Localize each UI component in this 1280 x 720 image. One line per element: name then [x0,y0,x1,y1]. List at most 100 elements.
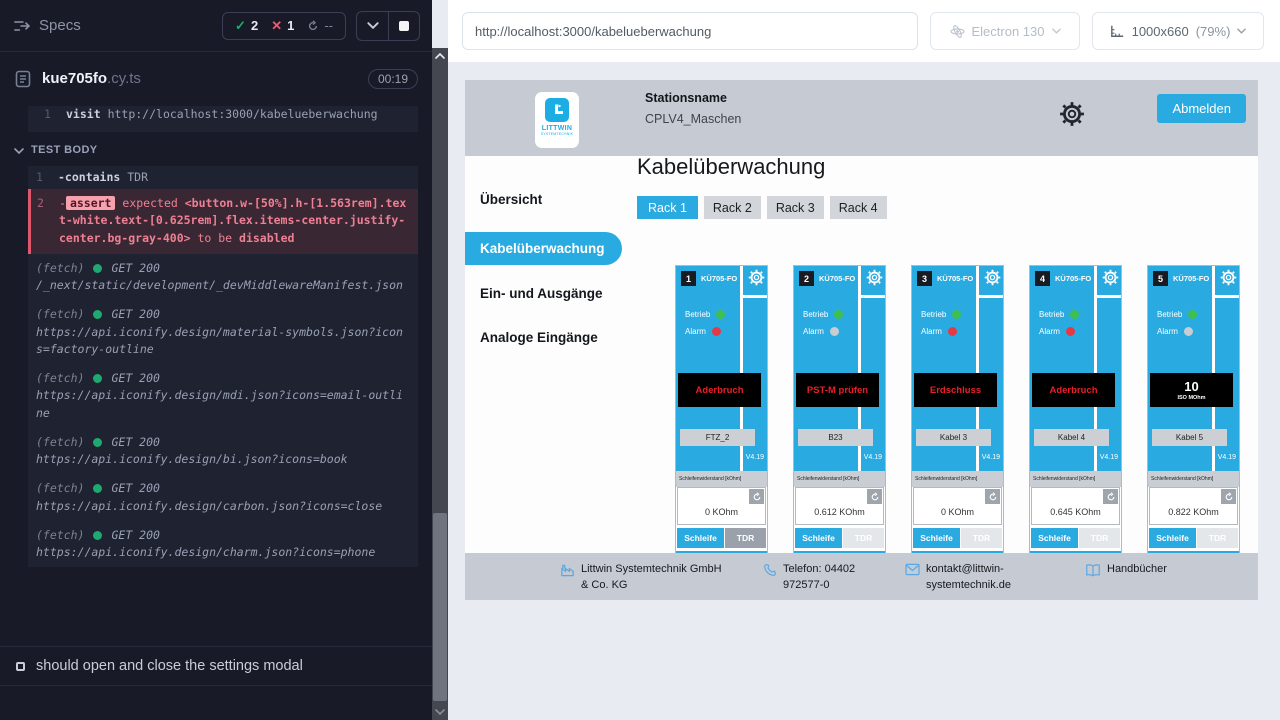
footer-manuals[interactable]: Handbücher [1085,562,1167,578]
fetch-row[interactable]: (fetch) GET 200 https://api.iconify.desi… [28,428,418,475]
tab-rack-3[interactable]: Rack 3 [767,196,824,219]
resistance-label: Schleifenwiderstand [kOhm] [912,471,1003,487]
command-arg: TDR [127,170,148,184]
ruler-icon [1110,24,1125,38]
card-settings-icon[interactable] [1102,269,1119,286]
fetch-row[interactable]: (fetch) GET 200 https://api.iconify.desi… [28,474,418,521]
collapse-button[interactable] [357,12,388,40]
logout-button[interactable]: Abmelden [1157,94,1246,123]
reporter-controls [356,11,420,41]
status-text: 10 [1184,379,1198,394]
spec-file-icon [14,70,32,88]
spec-file-row[interactable]: kue705fo.cy.ts 00:19 [0,52,432,106]
card-settings-icon[interactable] [1220,269,1237,286]
tdr-button-disabled[interactable]: TDR [961,528,1002,548]
status-display: Aderbruch [678,373,761,407]
card-settings-icon[interactable] [984,269,1001,286]
tab-rack-4[interactable]: Rack 4 [830,196,887,219]
chevron-down-icon [14,148,24,154]
manuals-label: Handbücher [1107,562,1167,578]
refresh-button[interactable] [867,489,882,504]
status-display: PST-M prüfen [796,373,879,407]
sidebar-item-ein-und-ausgaenge[interactable]: Ein- und Ausgänge [480,286,603,301]
resistance-value: 0 KOhm [678,507,765,517]
station-info: Stationsname CPLV4_Maschen [645,91,741,126]
schleife-button[interactable]: Schleife [913,528,960,548]
electron-icon [950,24,965,39]
fetch-row[interactable]: (fetch) GET 200 https://api.iconify.desi… [28,364,418,428]
station-label: Stationsname [645,91,741,105]
sidebar-item-analoge-eingaenge[interactable]: Analoge Eingänge [480,330,598,345]
scrollbar-thumb[interactable] [433,513,447,701]
refresh-button[interactable] [1103,489,1118,504]
card-settings-icon[interactable] [748,269,765,286]
visit-block: 1 visit http://localhost:3000/kabelueber… [28,106,418,132]
phone-number: Telefon: 04402 972577-0 [783,562,885,594]
scroll-down-arrow[interactable] [432,706,448,718]
stop-button[interactable] [388,12,419,40]
sidebar-item-uebersicht[interactable]: Übersicht [480,192,542,207]
test-body-block: 1 -contains TDR 2 -assert expected <butt… [28,166,418,568]
command-contains[interactable]: 1 -contains TDR [28,166,418,189]
refresh-button[interactable] [1221,489,1236,504]
reporter-scrollbar[interactable] [432,48,448,720]
device-panel: 1 KÜ705-FO Betrieb Alarm Aderbruch FTZ_2… [676,266,767,471]
betrieb-label: Betrieb [803,310,828,319]
viewport-selector[interactable]: 1000x660 (79%) [1092,12,1264,50]
device-panel: 5 KÜ705-FO Betrieb Alarm 10 ISO MOhm Kab… [1148,266,1239,471]
resistance-display: 0.612 KOhm [795,487,884,525]
assert-state: disabled [239,231,294,245]
reporter-header: Specs ✓ 2 ✕ 1 -- [0,0,432,52]
footer-email[interactable]: kontakt@littwin-systemtechnik.de [905,562,1033,594]
success-dot-icon [93,264,102,273]
command-visit[interactable]: 1 visit http://localhost:3000/kabelueber… [36,106,408,126]
schleife-button[interactable]: Schleife [677,528,724,548]
tdr-button-disabled[interactable]: TDR [843,528,884,548]
led-block: Betrieb Alarm [803,306,843,340]
status-unit: ISO MOhm [1177,395,1205,401]
success-dot-icon [93,374,102,383]
browser-selector[interactable]: Electron 130 [930,12,1080,50]
tdr-button-disabled[interactable]: TDR [1197,528,1238,548]
command-log: 1 visit http://localhost:3000/kabelueber… [0,106,432,640]
card-model: KÜ705-FO [937,274,973,283]
address-bar[interactable] [462,12,918,50]
sidebar-item-kabelueberwachung[interactable]: Kabelüberwachung [465,232,622,265]
section-label: TEST BODY [31,142,98,159]
settings-gear-icon[interactable] [1059,101,1085,127]
tdr-button[interactable]: TDR [725,528,766,548]
tab-rack-1[interactable]: Rack 1 [637,196,698,219]
card-settings-icon[interactable] [866,269,883,286]
logo-title: LITTWIN [542,125,572,132]
device-card-2: 2 KÜ705-FO Betrieb Alarm PST-M prüfen B2… [793,265,886,561]
alarm-led [712,327,721,336]
email-icon [905,563,920,576]
app-under-test: LITTWIN SYSTEMTECHNIK Stationsname CPLV4… [465,80,1258,600]
footer-phone[interactable]: Telefon: 04402 972577-0 [763,562,885,594]
browser-name: Electron 130 [972,24,1045,39]
scroll-up-arrow[interactable] [432,50,448,62]
firmware-version: V4.19 [864,454,882,461]
schleife-button[interactable]: Schleife [795,528,842,548]
status-text: Aderbruch [695,385,743,396]
command-assert-failed[interactable]: 2 -assert expected <button.w-[50%].h-[1.… [28,189,418,254]
command-name: visit [66,107,101,121]
check-icon: ✓ [235,18,246,34]
specs-menu-button[interactable]: Specs [14,17,81,34]
test-body-section[interactable]: TEST BODY [0,132,432,166]
littwin-logo-icon [545,98,569,122]
fetch-row[interactable]: (fetch) GET 200 /_next/static/developmen… [28,254,418,301]
tab-rack-2[interactable]: Rack 2 [704,196,761,219]
app-header: LITTWIN SYSTEMTECHNIK Stationsname CPLV4… [465,80,1258,156]
fetch-row[interactable]: (fetch) GET 200 https://api.iconify.desi… [28,300,418,364]
success-dot-icon [93,484,102,493]
alarm-label: Alarm [1039,327,1060,336]
screen: Specs ✓ 2 ✕ 1 -- [0,0,1280,720]
refresh-button[interactable] [985,489,1000,504]
schleife-button[interactable]: Schleife [1031,528,1078,548]
schleife-button[interactable]: Schleife [1149,528,1196,548]
refresh-button[interactable] [749,489,764,504]
tdr-button-disabled[interactable]: TDR [1079,528,1120,548]
fetch-row[interactable]: (fetch) GET 200 https://api.iconify.desi… [28,521,418,568]
pending-test-row[interactable]: should open and close the settings modal [0,646,432,686]
